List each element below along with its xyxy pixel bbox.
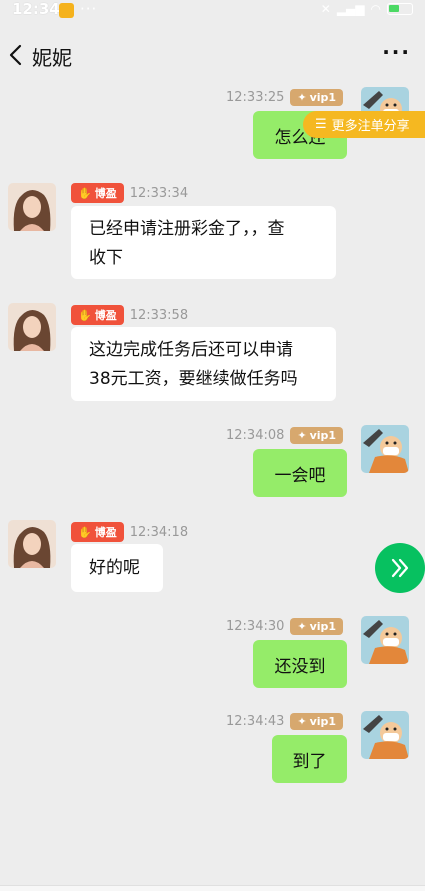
chat-header: 妮妮 ··· (0, 30, 425, 80)
hand-icon: ✋ (78, 525, 92, 539)
message-time: 12:34:18 (129, 524, 189, 540)
avatar-cartoon-icon (361, 711, 409, 759)
message-time: 12:34:08 (226, 428, 285, 443)
message-text-line: 已经申请注册彩金了，，查 (89, 219, 285, 239)
input-bar-edge (0, 885, 425, 891)
message-text-line: 38元工资，要继续做任务吗 (89, 369, 298, 389)
notification-icon (59, 3, 74, 18)
message-text: 到了 (292, 751, 327, 772)
contact-avatar[interactable] (8, 303, 56, 351)
vip-icon: ✦ (297, 429, 307, 442)
contact-avatar[interactable] (8, 183, 56, 231)
message-bubble[interactable]: 还没到 (253, 640, 347, 688)
message-bubble[interactable]: 一会吧 (253, 449, 347, 497)
boying-badge: ✋ 博盈 (71, 522, 124, 542)
battery-icon (387, 3, 413, 15)
message-meta: ✋ 博盈 12:33:58 (71, 305, 188, 325)
status-bar: 12:34 ··· ✕ ▂▄▆ ◠ (0, 0, 425, 22)
vip-badge: ✦ vip1 (290, 618, 344, 635)
more-bets-share-button[interactable]: ☰ 更多注单分享 (303, 111, 425, 138)
message-text: 还没到 (274, 656, 326, 677)
list-icon: ☰ (315, 117, 327, 132)
double-chevron-right-icon (391, 558, 409, 578)
status-dots: ··· (80, 0, 98, 18)
status-time: 12:34 (12, 0, 60, 18)
message-meta: 12:34:30 ✦ vip1 (226, 618, 344, 635)
chat-title: 妮妮 (32, 46, 72, 70)
message-text-line: 这边完成任务后还可以申请 (89, 340, 293, 360)
vip-icon: ✦ (297, 91, 307, 104)
avatar-cartoon-icon (361, 616, 409, 664)
signal-icon: ▂▄▆ (336, 2, 365, 16)
vip-badge: ✦ vip1 (290, 713, 344, 730)
more-options-icon[interactable]: ··· (382, 40, 411, 64)
boying-badge: ✋ 博盈 (71, 183, 124, 203)
vip-icon: ✦ (297, 620, 307, 633)
avatar-photo-icon (8, 303, 56, 351)
message-meta: 12:34:43 ✦ vip1 (226, 713, 344, 730)
my-avatar[interactable] (361, 616, 409, 664)
avatar-cartoon-icon (361, 425, 409, 473)
forward-fab-button[interactable] (375, 543, 425, 593)
message-meta: 12:33:25 ✦ vip1 (226, 89, 344, 106)
message-time: 12:33:25 (226, 90, 285, 105)
silent-icon: ✕ (320, 2, 331, 16)
vip-icon: ✦ (297, 715, 307, 728)
message-meta: 12:34:08 ✦ vip1 (226, 427, 344, 444)
message-text-line: 收下 (89, 248, 123, 268)
hand-icon: ✋ (78, 308, 92, 322)
message-time: 12:34:43 (226, 714, 285, 729)
message-time: 12:33:34 (129, 185, 189, 201)
message-bubble[interactable]: 已经申请注册彩金了，，查 收下 (71, 206, 336, 279)
message-bubble[interactable]: 到了 (272, 735, 347, 783)
message-bubble[interactable]: 这边完成任务后还可以申请 38元工资，要继续做任务吗 (71, 327, 336, 401)
avatar-photo-icon (8, 183, 56, 231)
avatar-photo-icon (8, 520, 56, 568)
my-avatar[interactable] (361, 711, 409, 759)
hand-icon: ✋ (78, 186, 92, 200)
back-arrow-icon[interactable] (6, 42, 26, 68)
message-text: 好的呢 (89, 557, 140, 578)
message-text: 一会吧 (274, 465, 326, 486)
contact-avatar[interactable] (8, 520, 56, 568)
share-label: 更多注单分享 (331, 119, 410, 134)
message-bubble[interactable]: 好的呢 (71, 544, 163, 592)
vip-badge: ✦ vip1 (290, 89, 344, 106)
message-time: 12:34:30 (226, 619, 285, 634)
my-avatar[interactable] (361, 425, 409, 473)
message-meta: ✋ 博盈 12:34:18 (71, 522, 188, 542)
message-time: 12:33:58 (129, 307, 189, 323)
vip-badge: ✦ vip1 (290, 427, 344, 444)
boying-badge: ✋ 博盈 (71, 305, 124, 325)
wifi-icon: ◠ (370, 2, 381, 16)
system-icons: ✕ ▂▄▆ ◠ (321, 2, 413, 16)
message-meta: ✋ 博盈 12:33:34 (71, 183, 188, 203)
